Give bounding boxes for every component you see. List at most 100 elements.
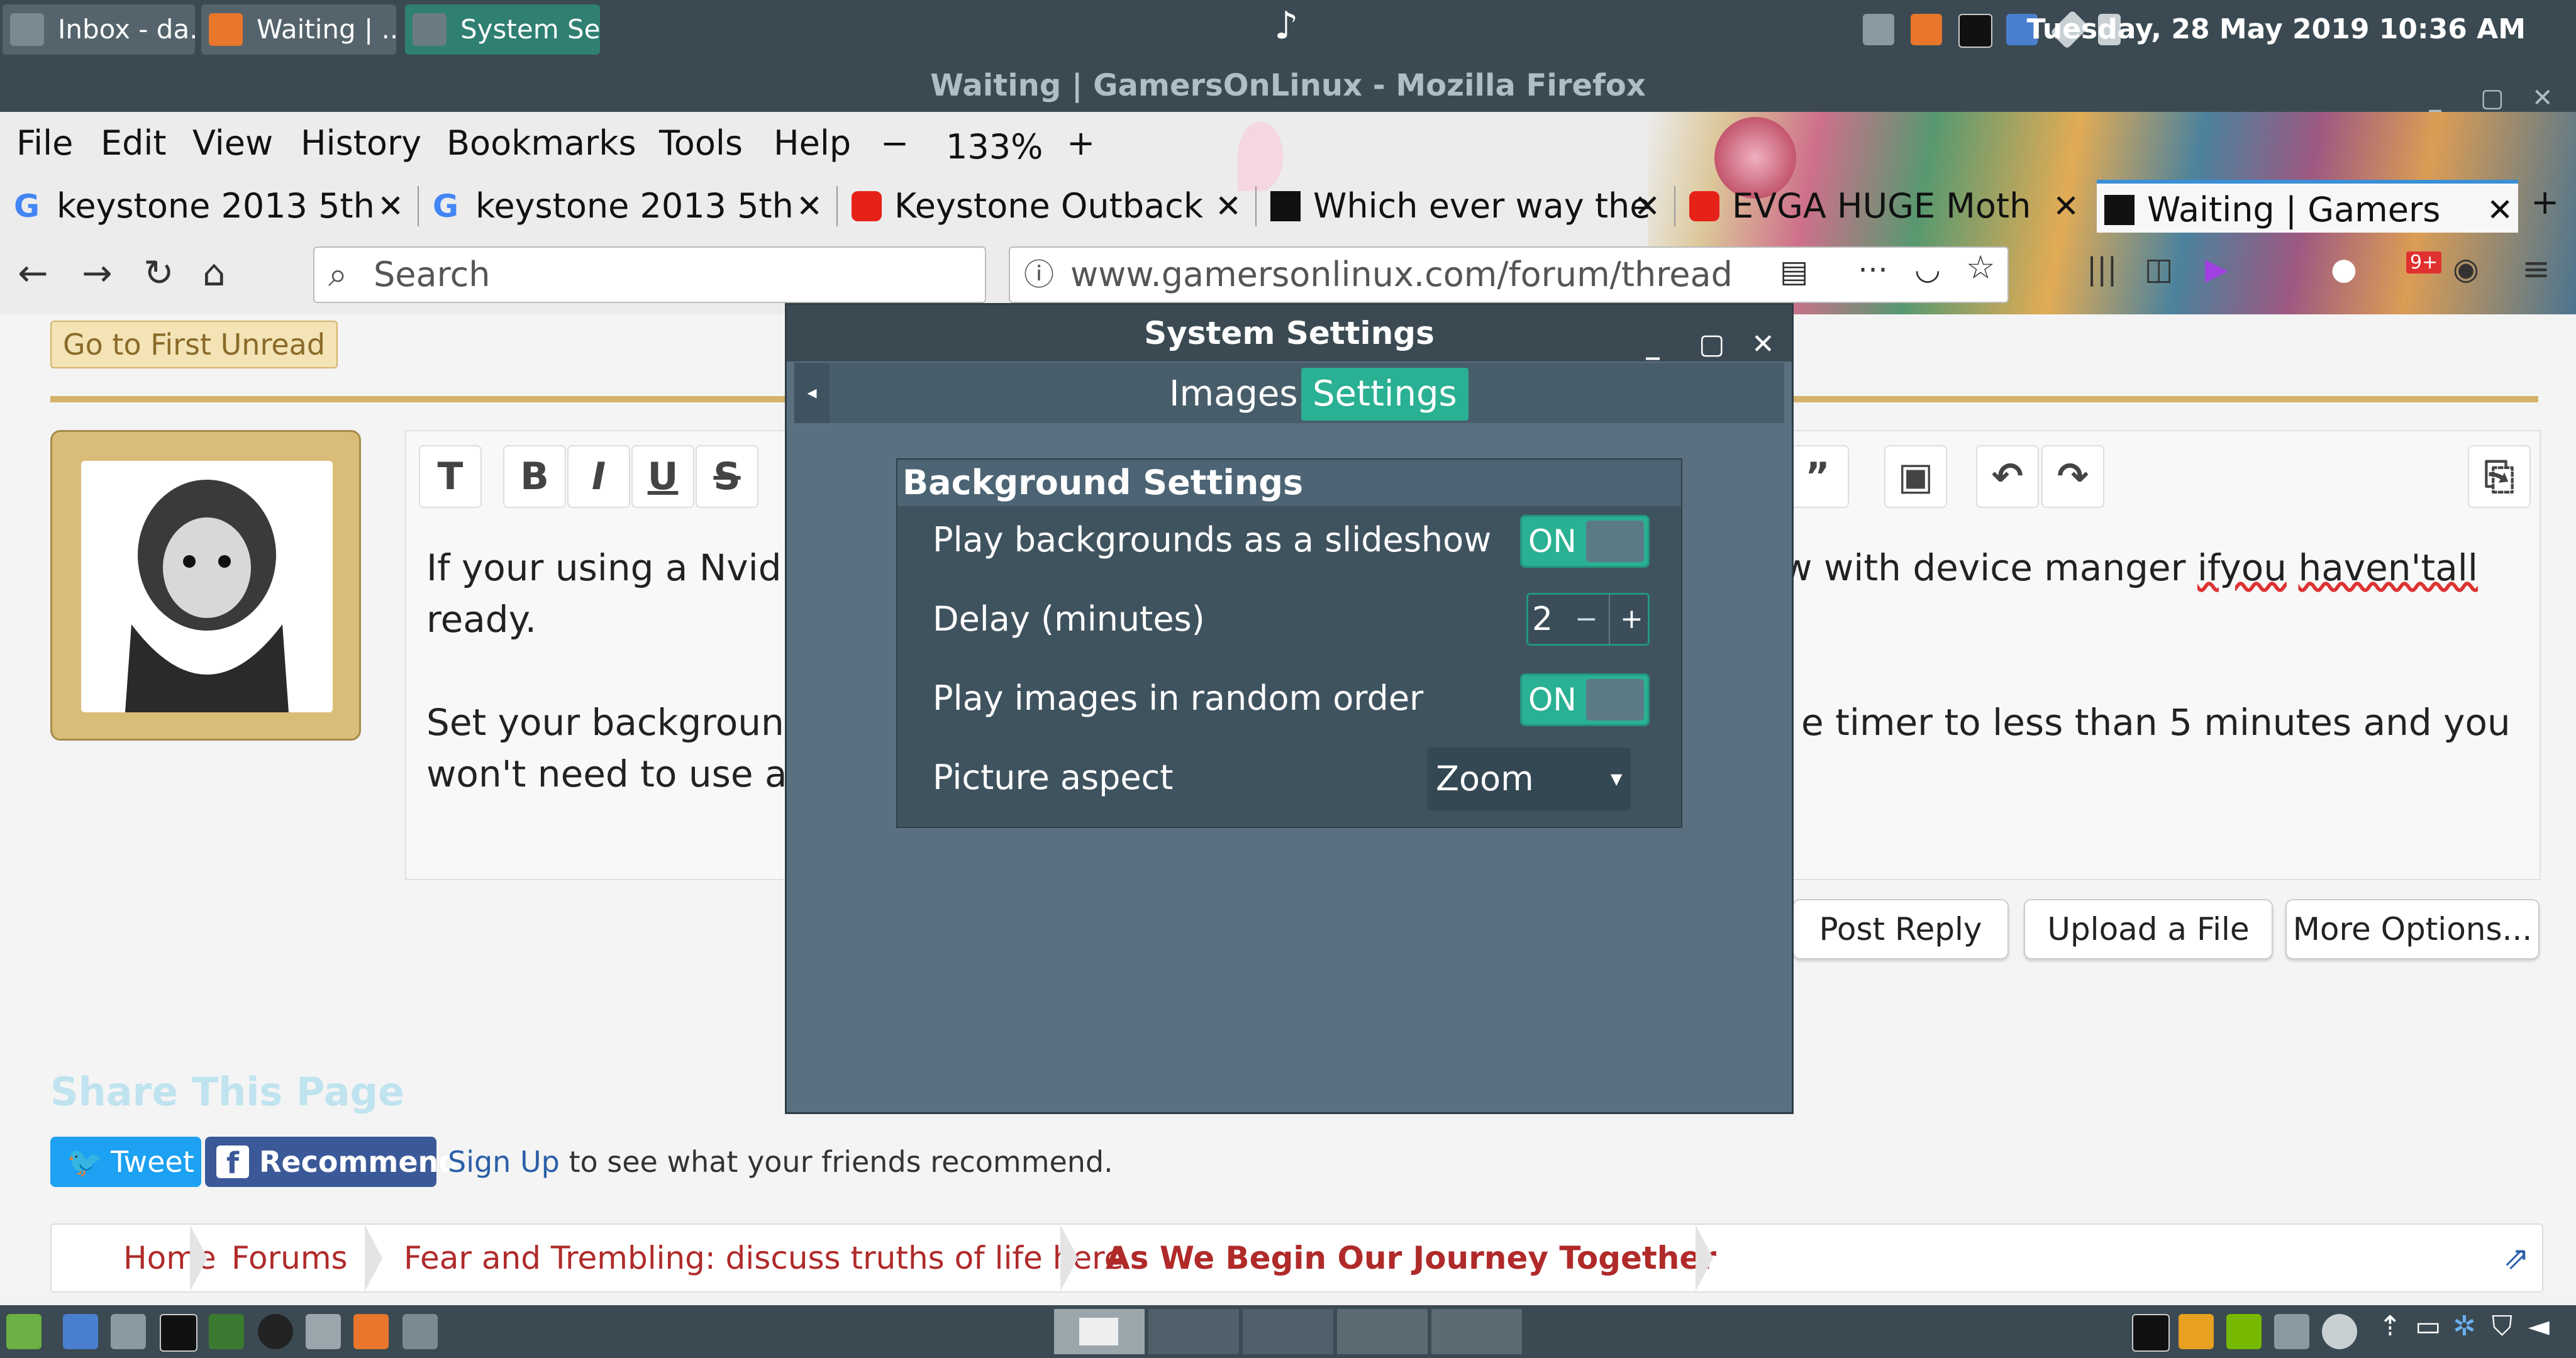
workspace-3[interactable]	[1243, 1309, 1333, 1354]
undo-icon[interactable]: ↶	[1976, 445, 2039, 508]
upload-icon[interactable]: ⇡	[2379, 1310, 2402, 1342]
app-tray-icon[interactable]	[2322, 1314, 2357, 1349]
quote-icon[interactable]: ”	[1786, 445, 1849, 508]
zoom-in-button[interactable]: +	[1067, 123, 1095, 163]
back-icon[interactable]: ◂	[794, 363, 830, 423]
terminal-tray-icon[interactable]	[1958, 14, 1992, 48]
menu-view[interactable]: View	[192, 123, 273, 163]
menu-bookmarks[interactable]: Bookmarks	[447, 123, 636, 163]
strikethrough-icon[interactable]: S	[696, 445, 758, 508]
sidebar-icon[interactable]: ◫	[2145, 251, 2173, 287]
workspace-4[interactable]	[1337, 1309, 1428, 1354]
network-icon[interactable]: ✲	[2453, 1310, 2476, 1342]
tab-keystone-2[interactable]: G keystone 2013 5th ✕	[425, 180, 828, 233]
breadcrumb-forums[interactable]: Forums	[231, 1225, 348, 1291]
avatar[interactable]	[81, 461, 333, 712]
zoom-out-button[interactable]: −	[880, 123, 909, 163]
tab-which-ever-way[interactable]: Which ever way the ✕	[1263, 180, 1665, 233]
mail-tray-icon[interactable]	[1863, 14, 1894, 45]
more-options-button[interactable]: More Options...	[2285, 899, 2540, 959]
tab-settings[interactable]: Settings	[1301, 368, 1468, 421]
app-tray-icon[interactable]	[2179, 1314, 2214, 1349]
underline-icon[interactable]: U	[631, 445, 694, 508]
menu-file[interactable]: File	[16, 123, 73, 163]
account-icon[interactable]: ●	[2331, 251, 2357, 287]
redo-icon[interactable]: ↷	[2041, 445, 2104, 508]
toggle-bbcode-icon[interactable]: ⎘	[2468, 445, 2531, 508]
recommend-button[interactable]: f Recommend	[205, 1137, 459, 1187]
back-icon[interactable]: ←	[18, 251, 48, 294]
tab-keystone-outback[interactable]: Keystone Outback ✕	[844, 180, 1246, 233]
search-input[interactable]: ⌕ Search	[313, 246, 986, 303]
tab-close-icon[interactable]: ✕	[1634, 180, 1660, 233]
app-icon[interactable]	[258, 1314, 293, 1349]
mint-menu-icon[interactable]	[6, 1314, 42, 1349]
workspace-2[interactable]	[1148, 1309, 1239, 1354]
decrement-button[interactable]: −	[1575, 595, 1598, 644]
app-icon[interactable]	[402, 1314, 438, 1349]
terminal-icon[interactable]	[160, 1314, 197, 1352]
post-reply-button[interactable]: Post Reply	[1792, 899, 2009, 959]
extension-icon-2[interactable]: ◉	[2453, 251, 2479, 287]
tab-evga[interactable]: EVGA HUGE Moth ✕	[1682, 180, 2084, 233]
app-icon[interactable]	[209, 1314, 244, 1349]
menu-help[interactable]: Help	[774, 123, 851, 163]
italic-icon[interactable]: I	[567, 445, 630, 508]
firefox-tray-icon[interactable]	[1911, 14, 1942, 45]
reader-view-icon[interactable]: ▤	[1780, 254, 1808, 289]
volume-icon[interactable]: ◄	[2528, 1310, 2550, 1342]
shield-icon[interactable]: ⛉	[2492, 1310, 2512, 1342]
tab-close-icon[interactable]: ✕	[2487, 184, 2513, 233]
tweet-button[interactable]: 🐦 Tweet	[50, 1137, 201, 1187]
task-system-settings[interactable]: System Se...	[405, 4, 600, 55]
bold-icon[interactable]: B	[503, 445, 566, 508]
nvidia-icon[interactable]	[2226, 1314, 2262, 1349]
delay-spinbox[interactable]: 2 − +	[1526, 593, 1650, 646]
library-icon[interactable]: |||	[2087, 251, 2118, 287]
random-order-toggle[interactable]: ON	[1520, 673, 1650, 726]
signup-link[interactable]: Sign Up	[448, 1145, 560, 1179]
display-icon[interactable]: ▭	[2415, 1310, 2441, 1342]
clock[interactable]: Tuesday, 28 May 2019 10:36 AM	[2027, 0, 2526, 59]
breadcrumb-current[interactable]: As We Begin Our Journey Together	[1106, 1225, 1716, 1291]
slideshow-toggle[interactable]: ON	[1520, 515, 1650, 568]
picture-aspect-select[interactable]: Zoom ▼	[1427, 748, 1631, 810]
breadcrumb-fear-and-trembling[interactable]: Fear and Trembling: discuss truths of li…	[404, 1225, 1123, 1291]
terminal-tray-icon[interactable]	[2132, 1314, 2170, 1352]
bookmark-star-icon[interactable]: ☆	[1966, 249, 1996, 287]
menu-history[interactable]: History	[301, 123, 421, 163]
new-tab-button[interactable]: +	[2531, 182, 2559, 222]
music-icon[interactable]: ♪	[1274, 4, 1298, 48]
tab-close-icon[interactable]: ✕	[2053, 180, 2079, 233]
app-icon[interactable]	[306, 1314, 341, 1349]
task-waiting[interactable]: Waiting | ...	[201, 4, 396, 55]
menu-tools[interactable]: Tools	[659, 123, 743, 163]
reload-icon[interactable]: ↻	[143, 251, 174, 294]
app-icon[interactable]	[111, 1314, 146, 1349]
tab-images[interactable]: Images	[1158, 368, 1309, 421]
forward-icon[interactable]: →	[82, 251, 113, 294]
menu-edit[interactable]: Edit	[101, 123, 167, 163]
tab-keystone-1[interactable]: G keystone 2013 5th ✕	[6, 180, 409, 233]
increment-button[interactable]: +	[1620, 595, 1643, 644]
firefox-icon[interactable]	[353, 1314, 389, 1349]
save-draft-icon[interactable]: ▣	[1884, 445, 1947, 508]
external-link-icon[interactable]: ⇗	[2503, 1240, 2529, 1276]
hamburger-menu-icon[interactable]: ≡	[2522, 249, 2550, 289]
page-actions-icon[interactable]: ⋯	[1858, 251, 1888, 287]
zoom-level[interactable]: 133%	[946, 127, 1043, 167]
files-icon[interactable]	[63, 1314, 98, 1349]
workspace-5[interactable]	[1431, 1309, 1522, 1354]
tab-close-icon[interactable]: ✕	[377, 180, 404, 233]
upload-file-button[interactable]: Upload a File	[2024, 899, 2273, 959]
first-unread-button[interactable]: Go to First Unread	[50, 321, 338, 368]
pocket-icon[interactable]: ◡	[1914, 251, 1941, 287]
task-inbox[interactable]: Inbox - da...	[3, 4, 195, 55]
info-icon[interactable]: ⓘ	[1024, 248, 1054, 302]
tab-close-icon[interactable]: ✕	[1215, 180, 1241, 233]
home-icon[interactable]: ⌂	[203, 251, 226, 294]
tab-close-icon[interactable]: ✕	[796, 180, 823, 233]
extension-icon[interactable]: ▶	[2205, 251, 2228, 287]
tab-waiting[interactable]: Waiting | Gamers ✕	[2097, 180, 2518, 233]
delay-value[interactable]: 2	[1532, 595, 1553, 644]
